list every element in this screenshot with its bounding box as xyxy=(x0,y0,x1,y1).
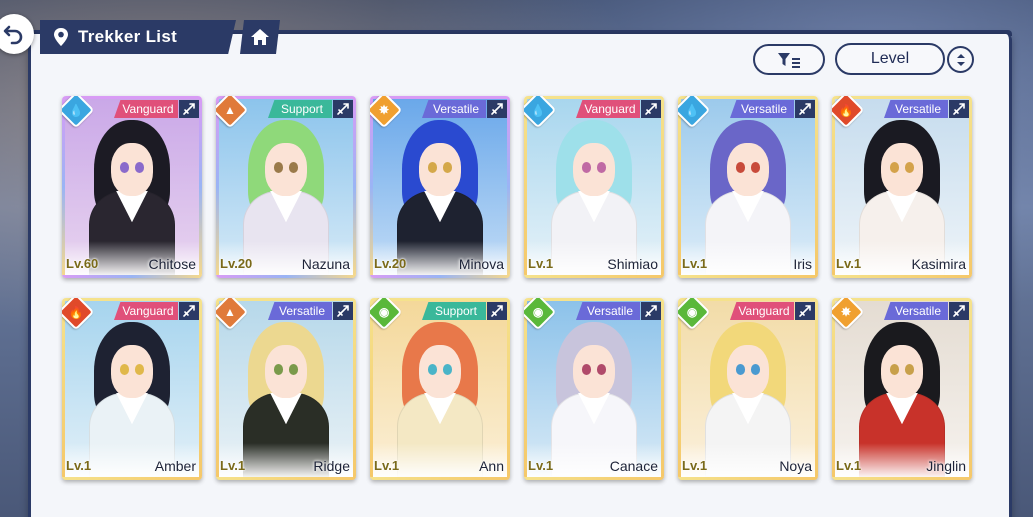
filter-icon xyxy=(778,52,800,68)
trekker-name: Amber xyxy=(154,458,196,474)
trekker-name: Ann xyxy=(479,458,504,474)
trekker-card[interactable]: ◉ Versatile Lv.1 Canace xyxy=(524,298,664,480)
weapon-type-icon xyxy=(641,302,661,320)
trekker-card[interactable]: ◉ Vanguard Lv.1 Noya xyxy=(678,298,818,480)
trekker-name: Minova xyxy=(458,256,504,272)
trekker-level: Lv.1 xyxy=(528,458,554,473)
map-pin-icon xyxy=(54,28,68,46)
weapon-type-icon xyxy=(949,302,969,320)
trekker-level: Lv.20 xyxy=(374,256,407,271)
trekker-level: Lv.1 xyxy=(682,458,708,473)
weapon-type-icon xyxy=(795,100,815,118)
page-title-tab: Trekker List xyxy=(40,20,236,54)
trekker-name: Ridge xyxy=(313,458,350,474)
trekker-level: Lv.20 xyxy=(220,256,253,271)
trekker-level: Lv.1 xyxy=(682,256,708,271)
page-title: Trekker List xyxy=(78,27,178,46)
trekker-card[interactable]: ✸ Versatile Lv.20 Minova xyxy=(370,96,510,278)
weapon-type-icon xyxy=(487,100,507,118)
trekker-name: Kasimira xyxy=(911,256,966,272)
trekker-level: Lv.1 xyxy=(836,256,862,271)
trekker-card[interactable]: 🔥 Versatile Lv.1 Kasimira xyxy=(832,96,972,278)
sort-order-button[interactable] xyxy=(947,46,974,73)
trekker-card[interactable]: 🔥 Vanguard Lv.1 Amber xyxy=(62,298,202,480)
trekker-level: Lv.1 xyxy=(374,458,400,473)
trekker-name: Shimiao xyxy=(607,256,658,272)
weapon-type-icon xyxy=(949,100,969,118)
trekker-card[interactable]: ◉ Support Lv.1 Ann xyxy=(370,298,510,480)
weapon-type-icon xyxy=(333,302,353,320)
trekker-level: Lv.1 xyxy=(220,458,246,473)
sort-by-button[interactable]: Level xyxy=(835,43,945,75)
trekker-name: Nazuna xyxy=(301,256,350,272)
class-badge: Versatile xyxy=(730,100,794,118)
class-badge: Versatile xyxy=(422,100,486,118)
weapon-type-icon xyxy=(487,302,507,320)
class-badge: Versatile xyxy=(884,100,948,118)
sort-by-label: Level xyxy=(870,50,910,67)
filter-button[interactable] xyxy=(753,44,825,75)
trekker-name: Jinglin xyxy=(926,458,966,474)
class-badge: Vanguard xyxy=(576,100,640,118)
class-badge: Vanguard xyxy=(730,302,794,320)
trekker-name: Canace xyxy=(609,458,658,474)
trekker-level: Lv.1 xyxy=(528,256,554,271)
trekker-card[interactable]: ▲ Versatile Lv.1 Ridge xyxy=(216,298,356,480)
home-button[interactable] xyxy=(240,20,280,54)
class-badge: Versatile xyxy=(268,302,332,320)
class-badge: Vanguard xyxy=(114,100,178,118)
trekker-card[interactable]: 💧 Vanguard Lv.60 Chitose xyxy=(62,96,202,278)
trekker-level: Lv.60 xyxy=(66,256,99,271)
weapon-type-icon xyxy=(179,100,199,118)
trekker-name: Chitose xyxy=(148,256,196,272)
class-badge: Vanguard xyxy=(114,302,178,320)
class-badge: Versatile xyxy=(576,302,640,320)
home-icon xyxy=(251,29,269,45)
trekker-name: Noya xyxy=(779,458,812,474)
trekker-card[interactable]: 💧 Vanguard Lv.1 Shimiao xyxy=(524,96,664,278)
trekker-card[interactable]: 💧 Versatile Lv.1 Iris xyxy=(678,96,818,278)
trekker-level: Lv.1 xyxy=(66,458,92,473)
back-arrow-icon xyxy=(3,25,23,45)
trekker-card[interactable]: ▲ Support Lv.20 Nazuna xyxy=(216,96,356,278)
sort-order-icon xyxy=(956,53,965,66)
weapon-type-icon xyxy=(179,302,199,320)
weapon-type-icon xyxy=(795,302,815,320)
trekker-name: Iris xyxy=(793,256,812,272)
weapon-type-icon xyxy=(641,100,661,118)
trekker-level: Lv.1 xyxy=(836,458,862,473)
class-badge: Versatile xyxy=(884,302,948,320)
class-badge: Support xyxy=(268,100,332,118)
class-badge: Support xyxy=(422,302,486,320)
trekker-card[interactable]: ✸ Versatile Lv.1 Jinglin xyxy=(832,298,972,480)
weapon-type-icon xyxy=(333,100,353,118)
trekker-grid: 💧 Vanguard Lv.60 Chitose ▲ Support Lv.20… xyxy=(62,96,974,480)
